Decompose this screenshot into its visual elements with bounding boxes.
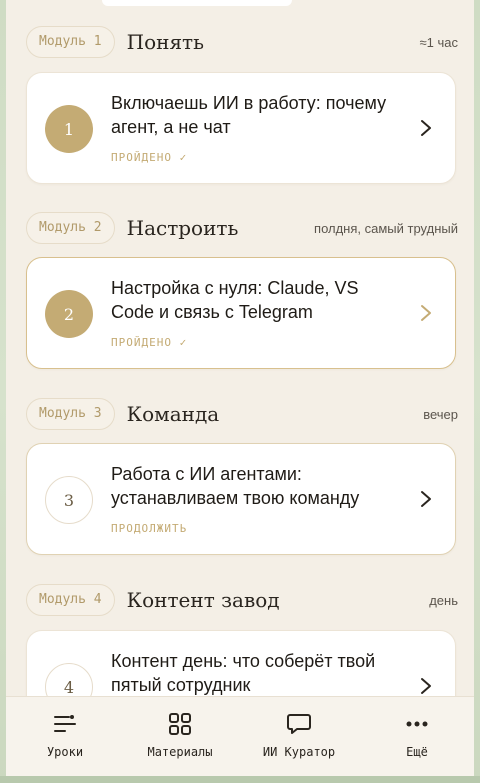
module-title: Команда <box>126 402 220 426</box>
chat-icon <box>244 711 354 737</box>
module-duration: полдня, самый трудный <box>314 220 458 236</box>
module-duration: вечер <box>423 406 458 422</box>
tab-materials[interactable]: Материалы <box>125 711 235 759</box>
course-sheet: Модуль 1 Понять ≈1 час 1 Включаешь ИИ в … <box>6 0 474 783</box>
tab-more[interactable]: Ещё <box>362 711 472 759</box>
top-handle <box>102 0 292 6</box>
chevron-right-icon <box>419 302 433 324</box>
bottom-tab-bar: Уроки Материалы ИИ Куратор Ещё <box>6 696 474 783</box>
module-badge: Модуль 3 <box>26 398 115 430</box>
lesson-card-1[interactable]: 1 Включаешь ИИ в работу: почему агент, а… <box>26 72 456 184</box>
chevron-right-icon <box>419 488 433 510</box>
lesson-title: Настройка с нуля: Claude, VS Code и связ… <box>111 278 359 322</box>
module-badge: Модуль 1 <box>26 26 115 58</box>
module-badge: Модуль 2 <box>26 212 115 244</box>
lesson-card-2[interactable]: 2 Настройка с нуля: Claude, VS Code и св… <box>26 257 456 369</box>
tab-ai-curator[interactable]: ИИ Куратор <box>244 711 354 759</box>
module-title: Настроить <box>126 216 239 240</box>
module-header-2: Модуль 2 Настроить полдня, самый трудный <box>26 211 458 245</box>
more-icon <box>362 711 472 737</box>
lesson-number-badge: 2 <box>45 290 93 338</box>
module-duration: ≈1 час <box>419 34 458 50</box>
tab-label: ИИ Куратор <box>262 745 336 759</box>
grid-icon <box>125 711 235 737</box>
module-title: Понять <box>126 30 205 54</box>
lesson-title: Включаешь ИИ в работу: почему агент, а н… <box>111 93 387 137</box>
chevron-right-icon <box>419 675 433 697</box>
lessons-icon <box>10 711 120 737</box>
module-badge: Модуль 4 <box>26 584 115 616</box>
module-header-3: Модуль 3 Команда вечер <box>26 397 458 431</box>
lesson-card-3[interactable]: 3 Работа с ИИ агентами: устанавливаем тв… <box>26 443 456 555</box>
map-background-bottom <box>0 776 480 783</box>
tab-label: Ещё <box>406 745 428 759</box>
lesson-title: Контент день: что соберёт твой пятый сот… <box>111 651 376 695</box>
lesson-title: Работа с ИИ агентами: устанавливаем твою… <box>111 464 360 508</box>
module-header-4: Модуль 4 Контент завод день <box>26 583 458 617</box>
lesson-number-badge: 3 <box>45 476 93 524</box>
module-duration: день <box>429 592 458 608</box>
lesson-status: ПРОЙДЕНО ✓ <box>111 336 188 349</box>
lesson-number-badge: 1 <box>45 105 93 153</box>
chevron-right-icon <box>419 117 433 139</box>
tab-label: Уроки <box>46 745 84 759</box>
module-title: Контент завод <box>126 588 280 612</box>
lesson-status: ПРОДОЛЖИТЬ <box>111 522 188 535</box>
lesson-status: ПРОЙДЕНО ✓ <box>111 151 188 164</box>
tab-lessons[interactable]: Уроки <box>10 711 120 759</box>
module-header-1: Модуль 1 Понять ≈1 час <box>26 25 458 59</box>
tab-label: Материалы <box>147 745 213 759</box>
